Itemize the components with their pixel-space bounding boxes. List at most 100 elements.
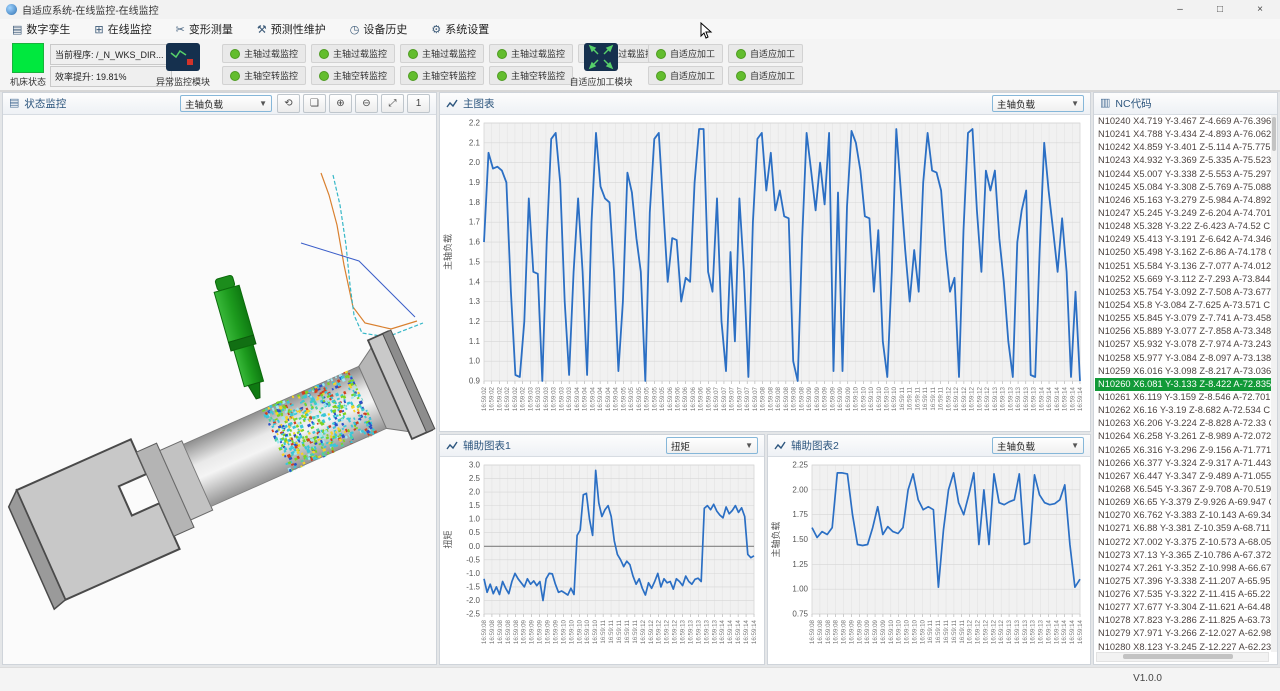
overload-badge-3[interactable]: 主轴过载监控	[489, 44, 573, 63]
menu-item-2[interactable]: ✂变形测量	[164, 19, 245, 39]
svg-text:16:59:11: 16:59:11	[899, 386, 906, 410]
nc-hscroll-thumb[interactable]	[1123, 654, 1233, 659]
idle-badge-1[interactable]: 主轴空转监控	[311, 66, 395, 85]
svg-text:16:59:10: 16:59:10	[576, 619, 583, 644]
nc-line[interactable]: N10248 X5.328 Y-3.22 Z-6.423 A-74.52 C	[1095, 220, 1271, 233]
nc-line-current[interactable]: N10260 X6.081 Y-3.133 Z-8.422 A-72.835	[1095, 378, 1271, 391]
scale-1-button[interactable]: 1	[407, 94, 430, 113]
nc-line[interactable]: N10244 X5.007 Y-3.338 Z-5.553 A-75.297	[1095, 168, 1271, 181]
nc-vscroll-thumb[interactable]	[1272, 117, 1276, 151]
nc-line[interactable]: N10265 X6.316 Y-3.296 Z-9.156 A-71.771	[1095, 444, 1271, 457]
nc-line[interactable]: N10274 X7.261 Y-3.352 Z-10.998 A-66.67	[1095, 562, 1271, 575]
idle-badge-0[interactable]: 主轴空转监控	[222, 66, 306, 85]
close-button[interactable]: ×	[1240, 1, 1280, 19]
nc-line[interactable]: N10268 X6.545 Y-3.367 Z-9.708 A-70.519	[1095, 483, 1271, 496]
svg-text:16:59:10: 16:59:10	[883, 386, 890, 411]
svg-text:16:59:03: 16:59:03	[566, 386, 573, 411]
nc-line[interactable]: N10262 X6.16 Y-3.19 Z-8.682 A-72.534 C	[1095, 404, 1271, 417]
main-chart-plot[interactable]: 16:59:0216:59:0216:59:0216:59:0216:59:02…	[440, 115, 1090, 431]
nc-line[interactable]: N10242 X4.859 Y-3.401 Z-5.114 A-75.775	[1095, 141, 1271, 154]
nc-line[interactable]: N10243 X4.932 Y-3.369 Z-5.335 A-75.523	[1095, 154, 1271, 167]
badge-label: 自适应加工	[670, 69, 715, 82]
menu-label: 数字孪生	[26, 21, 70, 37]
svg-text:16:59:07: 16:59:07	[713, 386, 720, 411]
nc-horizontal-scrollbar[interactable]	[1096, 652, 1269, 662]
pan-icon[interactable]: ❏	[303, 94, 326, 113]
nc-line[interactable]: N10276 X7.535 Y-3.322 Z-11.415 A-65.22	[1095, 588, 1271, 601]
nc-line[interactable]: N10255 X5.845 Y-3.079 Z-7.741 A-73.458	[1095, 312, 1271, 325]
svg-text:16:59:02: 16:59:02	[504, 386, 511, 411]
main-chart-title: 主图表	[463, 96, 495, 111]
nc-line[interactable]: N10247 X5.245 Y-3.249 Z-6.204 A-74.701	[1095, 207, 1271, 220]
nc-line[interactable]: N10258 X5.977 Y-3.084 Z-8.097 A-73.138	[1095, 352, 1271, 365]
nc-line[interactable]: N10266 X6.377 Y-3.324 Z-9.317 A-71.443	[1095, 457, 1271, 470]
nc-line[interactable]: N10263 X6.206 Y-3.224 Z-8.828 A-72.33 C	[1095, 417, 1271, 430]
aux-chart1-signal-dropdown[interactable]: 扭矩 ▼	[666, 437, 758, 454]
nc-line[interactable]: N10267 X6.447 Y-3.347 Z-9.489 A-71.055	[1095, 470, 1271, 483]
nc-line[interactable]: N10264 X6.258 Y-3.261 Z-8.989 A-72.072	[1095, 430, 1271, 443]
nc-line[interactable]: N10261 X6.119 Y-3.159 Z-8.546 A-72.701	[1095, 391, 1271, 404]
nc-line[interactable]: N10249 X5.413 Y-3.191 Z-6.642 A-74.346	[1095, 233, 1271, 246]
zoom-in-icon[interactable]: ⊕	[329, 94, 352, 113]
nc-line[interactable]: N10278 X7.823 Y-3.286 Z-11.825 A-63.73	[1095, 614, 1271, 627]
nc-line[interactable]: N10246 X5.163 Y-3.279 Z-5.984 A-74.892	[1095, 194, 1271, 207]
minimize-button[interactable]: –	[1160, 1, 1200, 19]
nc-line[interactable]: N10272 X7.002 Y-3.375 Z-10.573 A-68.05	[1095, 536, 1271, 549]
idle-badge-2[interactable]: 主轴空转监控	[400, 66, 484, 85]
adaptive-badge-r1-1[interactable]: 自适应加工	[728, 44, 803, 63]
signal-select-dropdown[interactable]: 主轴负载 ▼	[180, 95, 272, 112]
menu-item-0[interactable]: ▤数字孪生	[0, 19, 82, 39]
nc-line[interactable]: N10271 X6.88 Y-3.381 Z-10.359 A-68.711	[1095, 522, 1271, 535]
svg-text:扭矩: 扭矩	[442, 530, 453, 548]
menu-icon: ⚒	[257, 23, 267, 36]
reset-view-icon[interactable]: ⟲	[277, 94, 300, 113]
main-chart-signal-dropdown[interactable]: 主轴负载 ▼	[992, 95, 1084, 112]
nc-line[interactable]: N10277 X7.677 Y-3.304 Z-11.621 A-64.48	[1095, 601, 1271, 614]
menu-item-1[interactable]: ⊞在线监控	[82, 19, 163, 39]
nc-line[interactable]: N10275 X7.396 Y-3.338 Z-11.207 A-65.95	[1095, 575, 1271, 588]
nc-line[interactable]: N10240 X4.719 Y-3.467 Z-4.669 A-76.396	[1095, 115, 1271, 128]
nc-line[interactable]: N10279 X7.971 Y-3.266 Z-12.027 A-62.98	[1095, 627, 1271, 640]
aux-chart2-signal-dropdown[interactable]: 主轴负载 ▼	[992, 437, 1084, 454]
status-monitor-header: ▤ 状态监控 主轴负载 ▼ ⟲❏⊕⊖⤢1	[3, 93, 436, 115]
overload-badge-1[interactable]: 主轴过载监控	[311, 44, 395, 63]
nc-line[interactable]: N10253 X5.754 Y-3.092 Z-7.508 A-73.677	[1095, 286, 1271, 299]
adaptive-badge-r2-1[interactable]: 自适应加工	[728, 66, 803, 85]
overload-badge-0[interactable]: 主轴过载监控	[222, 44, 306, 63]
nc-line[interactable]: N10270 X6.762 Y-3.383 Z-10.143 A-69.34	[1095, 509, 1271, 522]
adaptive-badge-r1-0[interactable]: 自适应加工	[648, 44, 723, 63]
nc-line[interactable]: N10257 X5.932 Y-3.078 Z-7.974 A-73.243	[1095, 338, 1271, 351]
svg-text:16:59:13: 16:59:13	[1023, 386, 1030, 411]
nc-line[interactable]: N10256 X5.889 Y-3.077 Z-7.858 A-73.348	[1095, 325, 1271, 338]
maximize-button[interactable]: □	[1200, 1, 1240, 19]
menu-item-5[interactable]: ⚙系统设置	[419, 19, 501, 39]
nc-code-list[interactable]: N10240 X4.719 Y-3.467 Z-4.669 A-76.396N1…	[1095, 115, 1271, 652]
nc-line[interactable]: N10252 X5.669 Y-3.112 Z-7.293 A-73.844	[1095, 273, 1271, 286]
nc-line[interactable]: N10280 X8.123 Y-3.245 Z-12.227 A-62.23	[1095, 641, 1271, 652]
nc-line[interactable]: N10269 X6.65 Y-3.379 Z-9.926 A-69.947 C	[1095, 496, 1271, 509]
aux-chart2-plot[interactable]: 16:59:0816:59:0816:59:0816:59:0816:59:08…	[768, 457, 1090, 664]
abnormal-monitor-module-icon[interactable]	[166, 43, 200, 71]
machine-3d-view[interactable]	[3, 115, 436, 664]
svg-text:-1.5: -1.5	[466, 582, 480, 591]
window-controls: – □ ×	[1160, 1, 1280, 19]
zoom-out-icon[interactable]: ⊖	[355, 94, 378, 113]
nc-line[interactable]: N10250 X5.498 Y-3.162 Z-6.86 A-74.178 C	[1095, 246, 1271, 259]
adaptive-module-icon[interactable]	[584, 43, 618, 71]
svg-text:16:59:06: 16:59:06	[667, 386, 674, 411]
status-dot-icon	[319, 71, 329, 81]
nc-vertical-scrollbar[interactable]	[1271, 115, 1277, 652]
nc-line[interactable]: N10251 X5.584 Y-3.136 Z-7.077 A-74.012	[1095, 260, 1271, 273]
nc-line[interactable]: N10259 X6.016 Y-3.098 Z-8.217 A-73.036	[1095, 365, 1271, 378]
nc-line[interactable]: N10245 X5.084 Y-3.308 Z-5.769 A-75.088	[1095, 181, 1271, 194]
menu-item-3[interactable]: ⚒预测性维护	[245, 19, 338, 39]
window-title: 自适应系统-在线监控-在线监控	[22, 2, 159, 17]
adaptive-badge-r2-0[interactable]: 自适应加工	[648, 66, 723, 85]
nc-line[interactable]: N10241 X4.788 Y-3.434 Z-4.893 A-76.062	[1095, 128, 1271, 141]
menu-item-4[interactable]: ◷设备历史	[338, 19, 420, 39]
aux-chart1-plot[interactable]: 16:59:0816:59:0816:59:0816:59:0816:59:08…	[440, 457, 764, 664]
fit-view-icon[interactable]: ⤢	[381, 94, 404, 113]
overload-badge-2[interactable]: 主轴过载监控	[400, 44, 484, 63]
nc-line[interactable]: N10273 X7.13 Y-3.365 Z-10.786 A-67.372	[1095, 549, 1271, 562]
nc-line[interactable]: N10254 X5.8 Y-3.084 Z-7.625 A-73.571 C	[1095, 299, 1271, 312]
